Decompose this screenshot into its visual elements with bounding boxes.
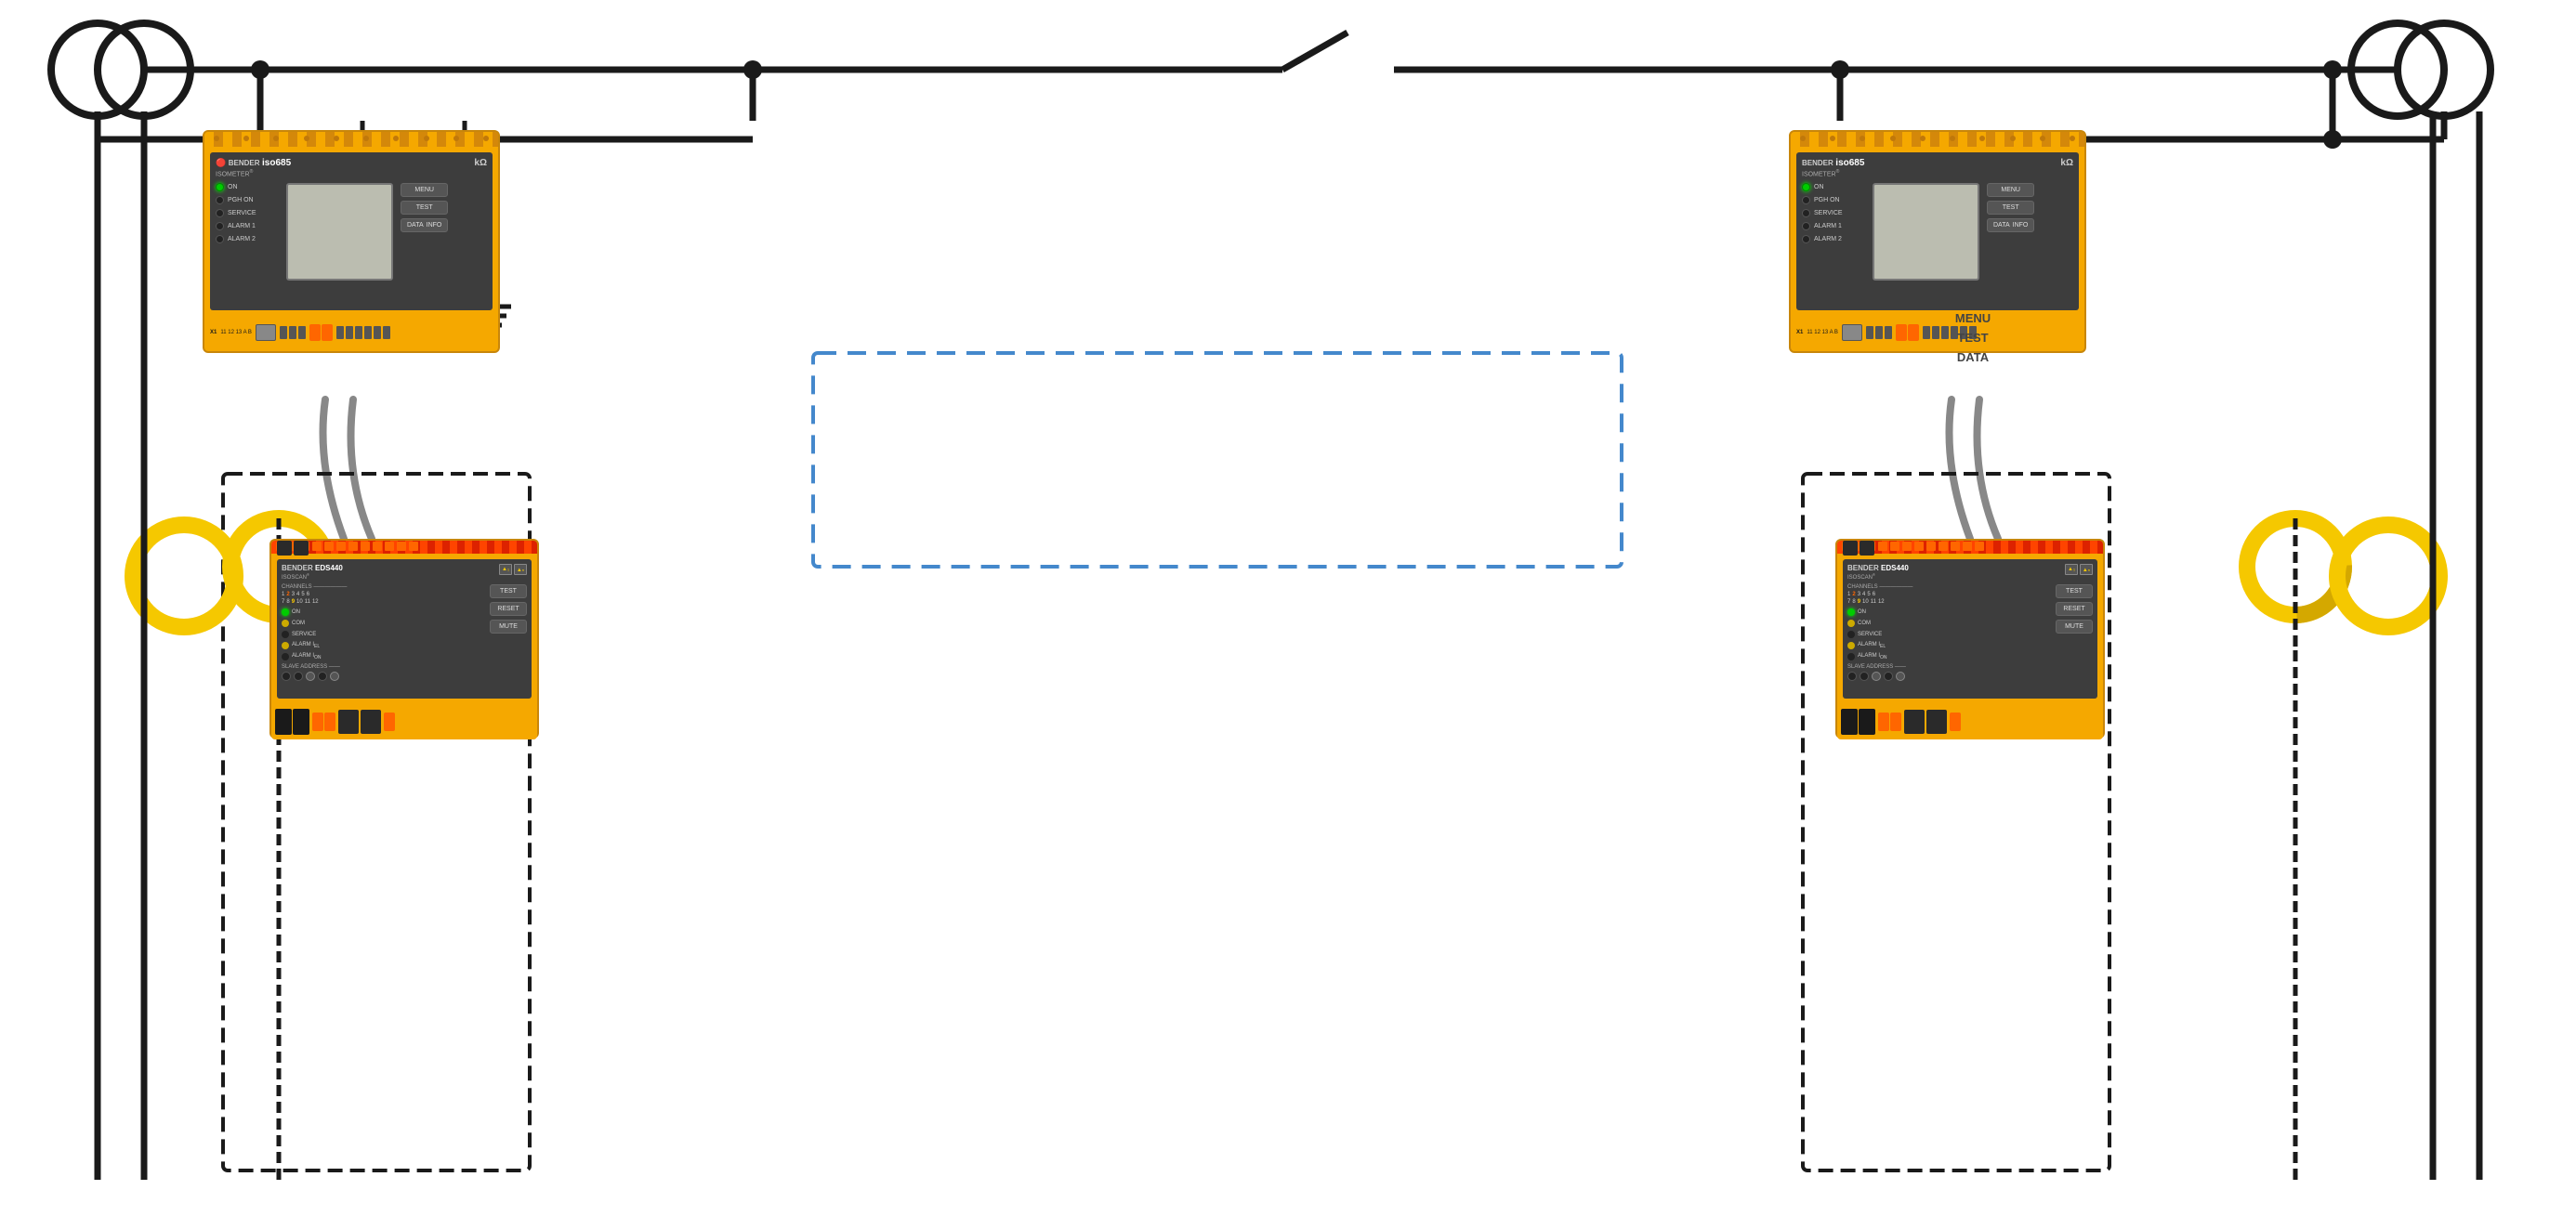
- iso685-right-test-button[interactable]: TEST: [1987, 201, 2034, 215]
- iso685-right-on-label: ON: [1814, 184, 1824, 190]
- iso685-left-data-info-buttons[interactable]: DATA INFO: [401, 218, 448, 232]
- iso685-left-pghon-label: PGH ON: [228, 197, 254, 203]
- eds440-right-device: BENDER EDS440 ISOSCAN® ▲₁ ▲ₙ CHANNELS ——…: [1835, 539, 2105, 739]
- iso685-right-unit: kΩ: [2060, 158, 2073, 168]
- iso685-left-test-button[interactable]: TEST: [401, 201, 448, 215]
- eds440-right-test-button[interactable]: TEST: [2056, 584, 2093, 598]
- iso685-left-device: 🔴 BENDER iso685 ISOMETER® kΩ ON: [203, 130, 500, 353]
- iso685-left-alarm2-label: ALARM 2: [228, 236, 256, 242]
- eds440-left-reset-button[interactable]: RESET: [490, 602, 527, 616]
- iso685-left-unit: kΩ: [474, 158, 487, 168]
- iso685-left-menu-button[interactable]: MENU: [401, 183, 448, 197]
- iso685-right-menu-button[interactable]: MENU: [1987, 183, 2034, 197]
- iso685-left-on-label: ON: [228, 184, 238, 190]
- diagram-container: 🔴 BENDER iso685 ISOMETER® kΩ ON: [0, 0, 2576, 1216]
- iso685-right-screen: [1873, 183, 1979, 281]
- eds440-right-mute-button[interactable]: MUTE: [2056, 620, 2093, 634]
- eds440-left-device: BENDER EDS440 ISOSCAN® ▲₁ ▲ₙ CHANNELS ——…: [269, 539, 539, 739]
- iso685-left-service-label: SERVICE: [228, 210, 256, 216]
- eds440-right-reset-button[interactable]: RESET: [2056, 602, 2093, 616]
- iso685-right-data-info-buttons[interactable]: DATA INFO: [1987, 218, 2034, 232]
- eds440-left-test-button[interactable]: TEST: [490, 584, 527, 598]
- menu-test-data-label: MENU TEST DATA: [1894, 309, 2052, 367]
- iso685-left-alarm1-label: ALARM 1: [228, 223, 256, 229]
- eds440-left-mute-button[interactable]: MUTE: [490, 620, 527, 634]
- iso685-left-screen: [286, 183, 393, 281]
